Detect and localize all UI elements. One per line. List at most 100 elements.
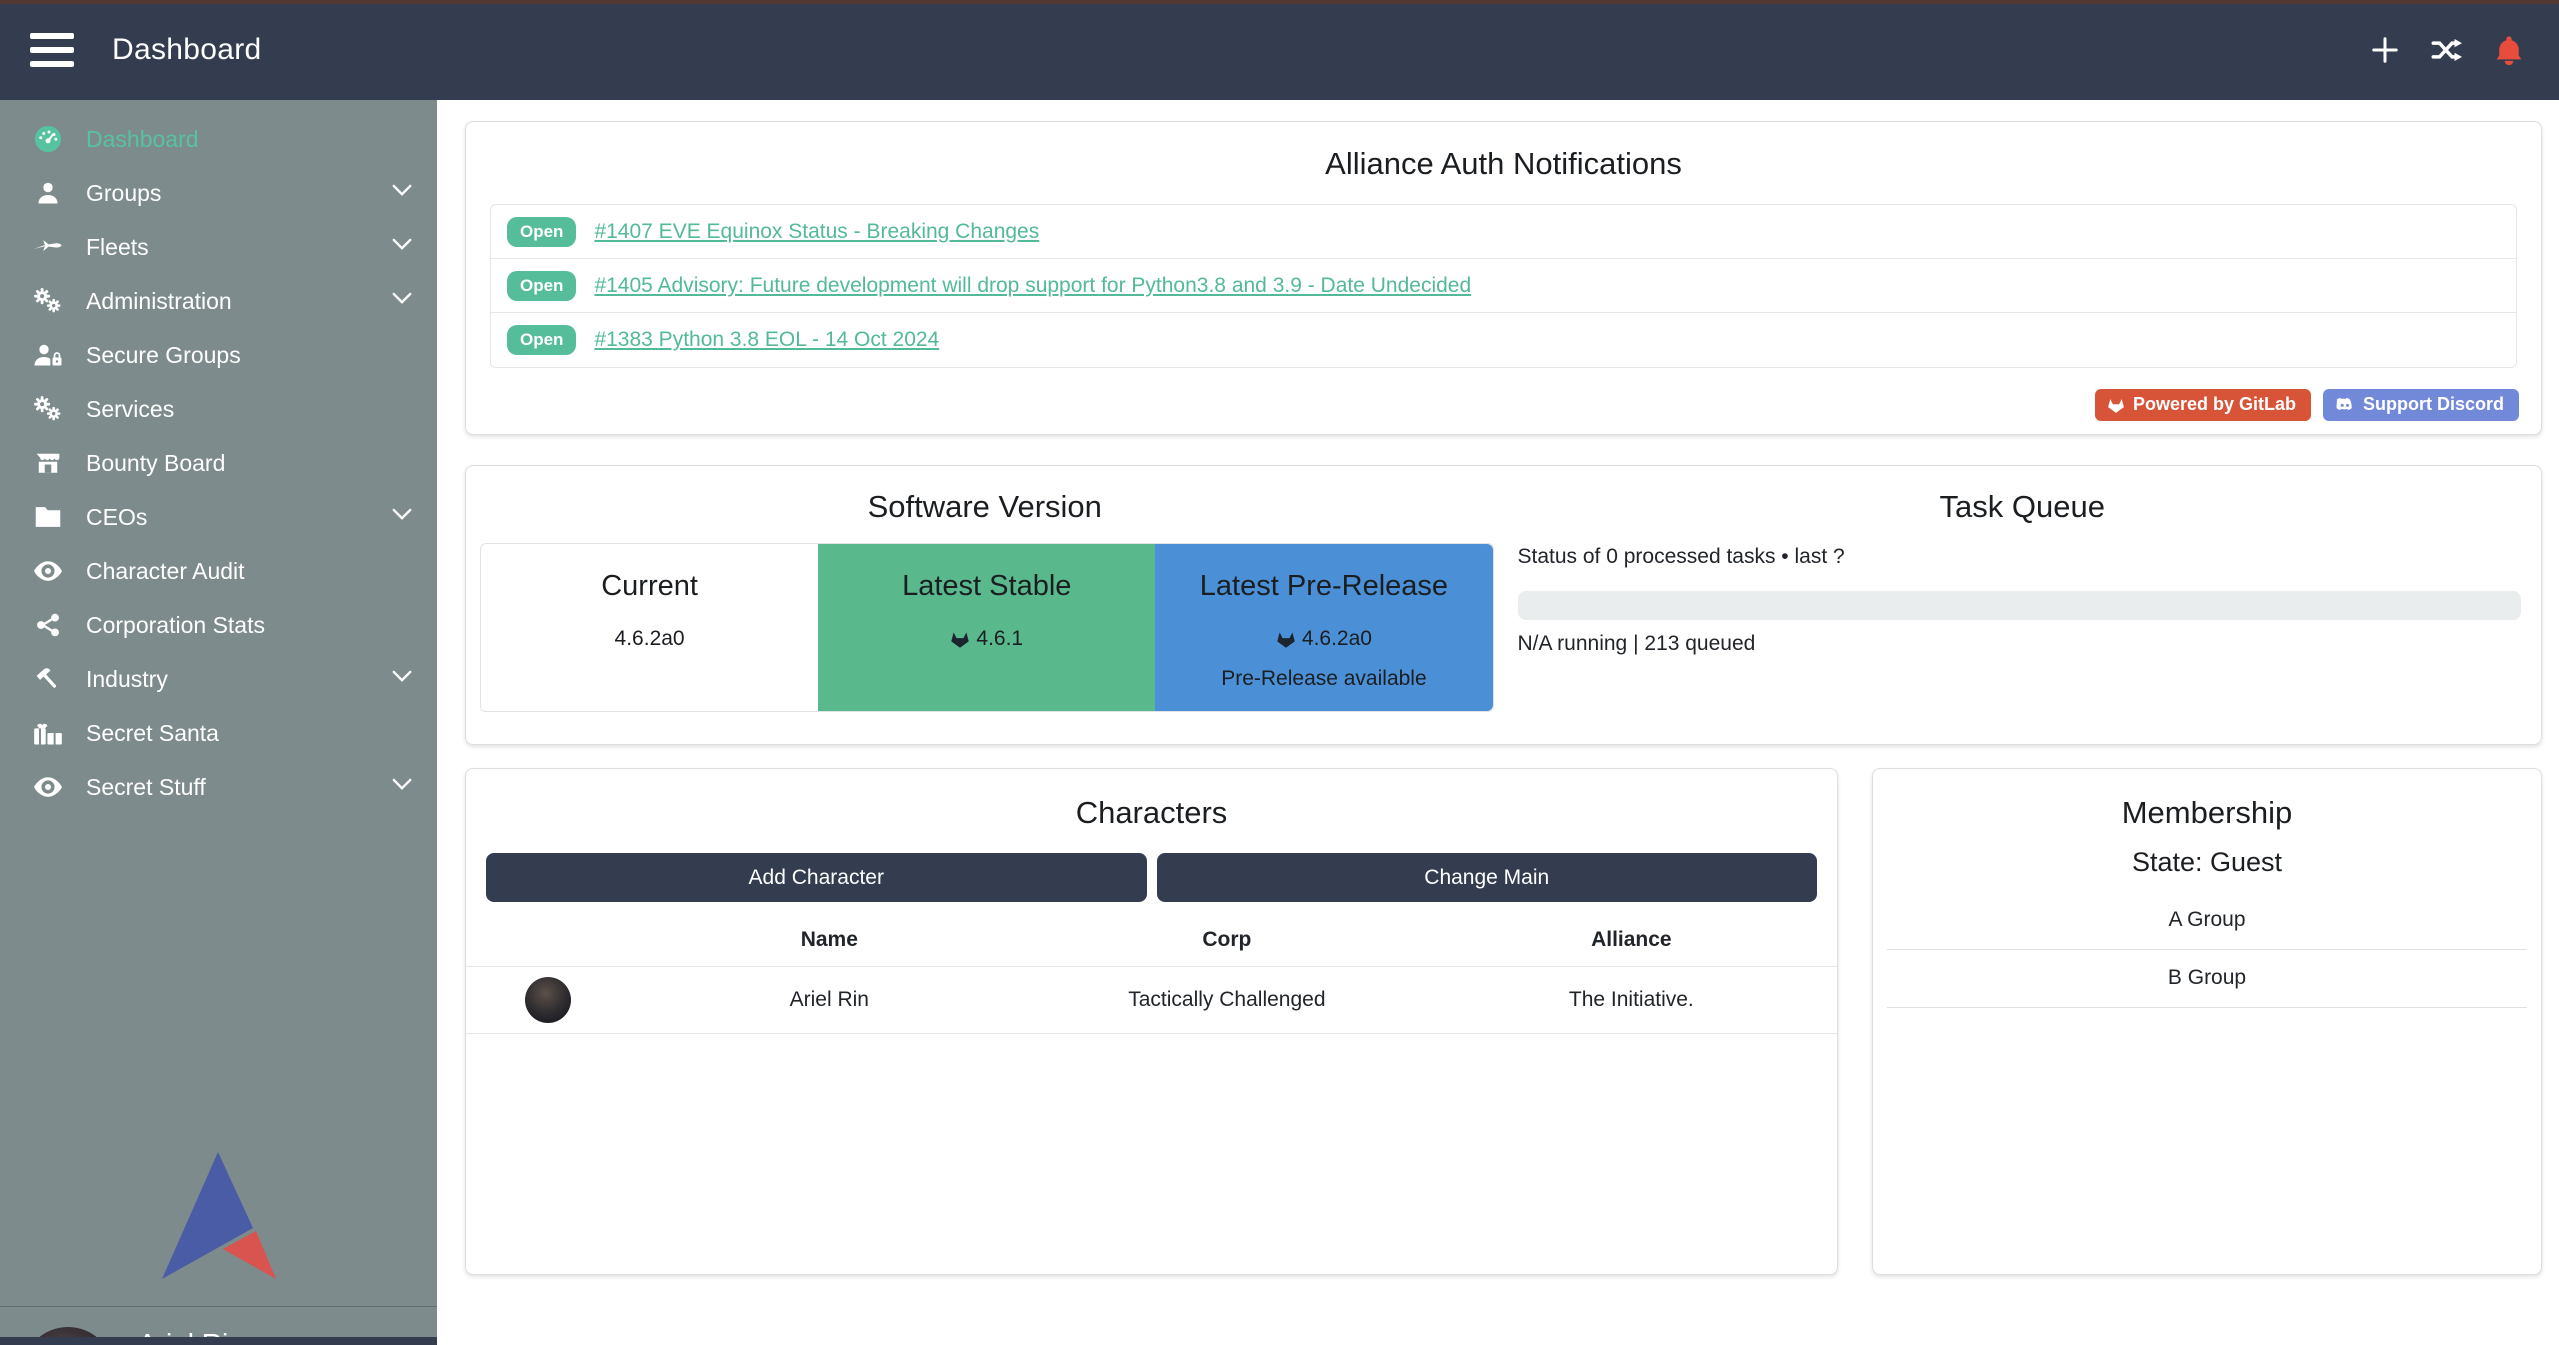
character-portrait	[525, 977, 571, 1023]
sidebar-item-label: Character Audit	[86, 558, 245, 585]
table-row: Ariel Rin Tactically Challenged The Init…	[466, 967, 1837, 1034]
discord-icon	[2335, 396, 2355, 414]
prerelease-note: Pre-Release available	[1155, 667, 1492, 691]
notifications-list: Open #1407 EVE Equinox Status - Breaking…	[490, 204, 2517, 368]
shuffle-character-icon[interactable]	[2429, 32, 2465, 68]
task-queue-title: Task Queue	[1504, 489, 2542, 525]
support-discord-badge[interactable]: Support Discord	[2323, 389, 2519, 421]
version-card-latest-stable: Latest Stable 4.6.1	[818, 544, 1155, 711]
version-card-value: 4.6.2a0	[1302, 627, 1372, 651]
notification-item: Open #1405 Advisory: Future development …	[491, 259, 2516, 313]
chevron-down-icon	[391, 507, 413, 528]
version-card-current: Current 4.6.2a0	[481, 544, 818, 711]
task-queue-section: Task Queue Status of 0 processed tasks •…	[1504, 466, 2542, 744]
sidebar-item-label: Industry	[86, 666, 168, 693]
version-taskqueue-panel: Software Version Current 4.6.2a0 Latest …	[465, 465, 2542, 745]
sidebar-item-label: Secret Stuff	[86, 774, 206, 801]
sidebar-item-secret-stuff[interactable]: Secret Stuff	[0, 760, 437, 814]
sidebar-item-services[interactable]: Services	[0, 382, 437, 436]
sidebar-item-bounty-board[interactable]: Bounty Board	[0, 436, 437, 490]
chevron-down-icon	[391, 777, 413, 798]
change-main-button[interactable]: Change Main	[1157, 853, 1818, 902]
group-list: A Group B Group	[1887, 892, 2527, 1008]
sidebar-item-label: Administration	[86, 288, 232, 315]
characters-title: Characters	[466, 795, 1837, 831]
column-header-alliance: Alliance	[1426, 916, 1837, 967]
version-card-value: 4.6.1	[976, 627, 1023, 651]
gitlab-icon	[1276, 629, 1296, 649]
eye-icon	[26, 775, 70, 799]
sidebar-item-industry[interactable]: Industry	[0, 652, 437, 706]
sidebar-item-label: Fleets	[86, 234, 149, 261]
user-icon	[26, 180, 70, 206]
notification-link[interactable]: #1405 Advisory: Future development will …	[594, 274, 1471, 298]
notification-item: Open #1407 EVE Equinox Status - Breaking…	[491, 205, 2516, 259]
sidebar-bottom-strip	[0, 1337, 437, 1345]
notification-link[interactable]: #1383 Python 3.8 EOL - 14 Oct 2024	[594, 328, 939, 352]
sidebar-item-label: Secure Groups	[86, 342, 241, 369]
folder-icon	[26, 505, 70, 529]
store-icon	[26, 450, 70, 476]
list-item: A Group	[1887, 892, 2527, 950]
character-alliance-cell: The Initiative.	[1426, 967, 1837, 1034]
software-version-title: Software Version	[466, 489, 1504, 525]
chevron-down-icon	[391, 183, 413, 204]
hammer-icon	[26, 665, 70, 693]
sidebar-item-administration[interactable]: Administration	[0, 274, 437, 328]
notifications-title: Alliance Auth Notifications	[466, 146, 2541, 182]
alliance-auth-notifications-panel: Alliance Auth Notifications Open #1407 E…	[465, 121, 2542, 435]
sidebar-item-fleets[interactable]: Fleets	[0, 220, 437, 274]
status-badge: Open	[507, 271, 576, 301]
menu-toggle-icon[interactable]	[30, 33, 74, 67]
characters-panel: Characters Add Character Change Main Nam…	[465, 768, 1838, 1275]
column-header-name: Name	[631, 916, 1029, 967]
add-character-icon[interactable]	[2367, 32, 2403, 68]
chevron-down-icon	[391, 291, 413, 312]
cogs-icon	[26, 395, 70, 423]
character-name-cell: Ariel Rin	[631, 967, 1029, 1034]
sidebar-item-character-audit[interactable]: Character Audit	[0, 544, 437, 598]
character-corp-cell: Tactically Challenged	[1028, 967, 1426, 1034]
badge-label: Powered by GitLab	[2133, 394, 2296, 415]
dashboard-gauge-icon	[26, 124, 70, 154]
gifts-icon	[26, 720, 70, 746]
user-lock-icon	[26, 342, 70, 368]
sidebar-item-secure-groups[interactable]: Secure Groups	[0, 328, 437, 382]
sidebar-item-label: Dashboard	[86, 126, 199, 153]
notifications-bell-icon[interactable]	[2491, 32, 2527, 68]
sidebar: Dashboard Groups Fleets	[0, 100, 437, 1345]
software-version-section: Software Version Current 4.6.2a0 Latest …	[466, 466, 1504, 744]
list-item: B Group	[1887, 950, 2527, 1008]
version-card-label: Current	[481, 570, 818, 603]
sidebar-item-label: Services	[86, 396, 174, 423]
status-badge: Open	[507, 217, 576, 247]
top-navbar: Dashboard	[0, 0, 2559, 100]
version-cards: Current 4.6.2a0 Latest Stable 4.6.1 Late…	[480, 543, 1494, 712]
gitlab-icon	[950, 629, 970, 649]
membership-state: State: Guest	[1873, 847, 2541, 878]
main-content: Alliance Auth Notifications Open #1407 E…	[437, 100, 2559, 1345]
sidebar-item-corporation-stats[interactable]: Corporation Stats	[0, 598, 437, 652]
column-header-corp: Corp	[1028, 916, 1426, 967]
sidebar-item-groups[interactable]: Groups	[0, 166, 437, 220]
notification-link[interactable]: #1407 EVE Equinox Status - Breaking Chan…	[594, 220, 1039, 244]
sidebar-item-label: CEOs	[86, 504, 147, 531]
alliance-auth-logo	[0, 1152, 437, 1280]
eye-icon	[26, 559, 70, 583]
version-card-label: Latest Pre-Release	[1155, 570, 1492, 603]
share-alt-icon	[26, 612, 70, 638]
characters-table: Name Corp Alliance Ariel Rin Tactically …	[466, 916, 1837, 1034]
sidebar-item-dashboard[interactable]: Dashboard	[0, 112, 437, 166]
sidebar-item-label: Groups	[86, 180, 161, 207]
powered-by-gitlab-badge[interactable]: Powered by GitLab	[2095, 389, 2311, 421]
status-badge: Open	[507, 325, 576, 355]
sidebar-item-label: Secret Santa	[86, 720, 219, 747]
sidebar-item-label: Bounty Board	[86, 450, 225, 477]
version-card-value: 4.6.2a0	[615, 627, 685, 651]
chevron-down-icon	[391, 669, 413, 690]
sidebar-item-secret-santa[interactable]: Secret Santa	[0, 706, 437, 760]
sidebar-item-ceos[interactable]: CEOs	[0, 490, 437, 544]
add-character-button[interactable]: Add Character	[486, 853, 1147, 902]
gitlab-icon	[2107, 396, 2125, 414]
chevron-down-icon	[391, 237, 413, 258]
